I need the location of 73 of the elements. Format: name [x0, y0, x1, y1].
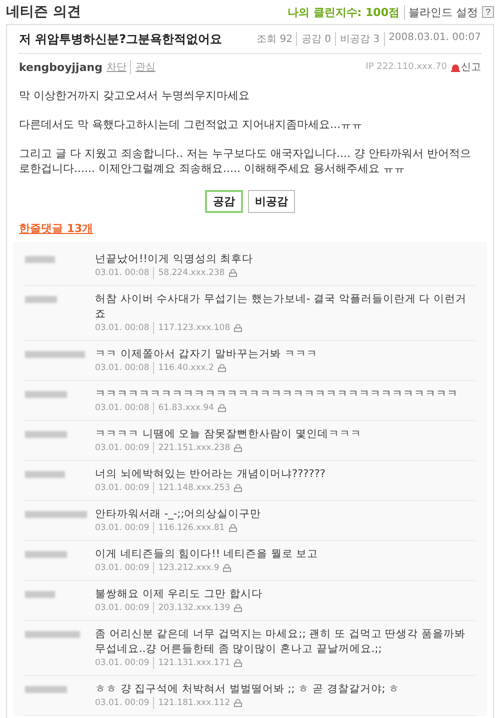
- comment-ip: 121.181.xxx.112: [153, 697, 230, 709]
- comment-text: ㅎㅎ 걍 집구석에 처박혀서 벌벌떨어봐 ;; ㅎ 곧 경찰갈거야; ㅎ: [95, 682, 401, 697]
- blurred-username: [25, 296, 57, 303]
- post-stat: 조회 92: [256, 33, 292, 46]
- blurred-username: [25, 551, 67, 558]
- report-link[interactable]: 신고: [451, 60, 481, 74]
- comment-time: 03.01. 00:08: [95, 402, 150, 414]
- lock-icon[interactable]: [218, 364, 226, 372]
- lock-icon[interactable]: [223, 564, 232, 572]
- lock-icon[interactable]: [228, 269, 237, 277]
- comment-text: 넌끝났어!!이게 익명성의 최후다: [95, 252, 254, 267]
- comment-text: ㅋㅋㅋㅋㅋㅋㅋㅋㅋㅋㅋㅋㅋㅋㅋㅋㅋㅋㅋㅋㅋㅋㅋㅋㅋㅋㅋㅋㅋㅋㅋㅋㅋ: [95, 387, 459, 402]
- comment-text: 이게 네티즌들의 힘이다!! 네티즌을 뭘로 보고: [95, 547, 320, 562]
- comment-text: 안타까워서래 -_-;;어의상실이구만: [95, 507, 262, 522]
- blurred-username: [25, 351, 85, 358]
- comment-ip: 117.123.xxx.108: [153, 322, 230, 334]
- lock-icon[interactable]: [234, 324, 242, 332]
- comment-time: 03.01. 00:09: [95, 442, 150, 454]
- lock-icon[interactable]: [234, 444, 242, 452]
- comment-time: 03.01. 00:08: [95, 267, 150, 279]
- blind-setting-link[interactable]: 블라인드 설정: [404, 4, 478, 20]
- post-paragraph: 다른데서도 막 욕했다고하시는데 그런적없고 지어내지좀마세요...ㅠㅠ: [19, 117, 364, 132]
- comment-text: 너의 뇌에박혀있는 반어라는 개념이머냐??????: [95, 467, 326, 482]
- blurred-username: [25, 391, 67, 398]
- blurred-username: [25, 431, 67, 438]
- blurred-username: [25, 686, 67, 693]
- comment-ip: 116.40.xxx.2: [153, 362, 214, 374]
- blurred-username: [25, 591, 55, 598]
- post-stat: 비공감 3: [335, 32, 380, 46]
- comment-ip: 203.132.xxx.139: [153, 602, 230, 614]
- blurred-username: [25, 256, 55, 263]
- clean-score: 나의 클린지수: 100점: [287, 4, 400, 20]
- vote-button[interactable]: 공감: [205, 190, 243, 213]
- author-name: kengboyjjang: [19, 60, 102, 74]
- post-stat: 2008.03.01. 00:07: [384, 32, 481, 46]
- post-title: 저 위암투병하신분?그분욕한적없어요: [19, 30, 222, 48]
- comment-ip: 121.148.xxx.253: [153, 482, 230, 494]
- comment-ip: 221.151.xxx.238: [153, 442, 230, 454]
- post-stat: 공감 0: [296, 32, 332, 46]
- comment-text: 허참 사이버 수사대가 무섭기는 했는가보네- 결국 악플러들이란게 다 이런거죠: [95, 292, 468, 322]
- comment-text: ㅋㅋㅋㅋ 니땜에 오늘 잠못잘뻔한사람이 몇인데ㅋㅋㅋ: [95, 427, 362, 442]
- comment-text: ㅋㅋ 이제쫄아서 갑자기 말바꾸는거봐 ㅋㅋㅋ: [95, 347, 318, 362]
- comment-text: 좀 어리신분 같은데 너무 겁먹지는 마세요;; 괜히 또 겁먹고 딴생각 품을까봐 무섭네요..걍 어른들한테 좀 많이많이 혼나고 끝날꺼에요.;;: [95, 627, 466, 657]
- comment-time: 03.01. 00:09: [95, 602, 150, 614]
- lock-icon[interactable]: [234, 699, 242, 707]
- lock-icon[interactable]: [234, 659, 242, 667]
- ip-address: IP 222.110.xxx.70: [366, 62, 447, 72]
- comment-time: 03.01. 00:09: [95, 697, 150, 709]
- blurred-username: [25, 511, 87, 518]
- comment-ip: 121.131.xxx.171: [153, 657, 230, 669]
- lock-icon[interactable]: [228, 524, 237, 532]
- siren-icon: [451, 62, 460, 72]
- lock-icon[interactable]: [218, 404, 226, 412]
- comment-text: 불쌍해요 이제 우리도 그만 합시다: [95, 587, 264, 602]
- post-paragraph: 그리고 글 다 지웠고 죄송합니다.. 저는 누구보다도 애국자입니다.... 걍 안타까워서 반어적으로한겁니다...... 이제안그럴꼐요 죄송해요..... 이해해주세요 용서해주세요 ㅠㅠ: [19, 146, 472, 176]
- comment-time: 03.01. 00:09: [95, 657, 150, 669]
- post-paragraph: 막 이상한거까지 갖고오셔서 누명씌우지마세요: [19, 88, 250, 103]
- comment-time: 03.01. 00:09: [95, 562, 150, 574]
- comment-time: 03.01. 00:08: [95, 322, 150, 334]
- page-title: 네티즌 의견: [6, 3, 81, 21]
- comment-time: 03.01. 00:09: [95, 522, 150, 534]
- comment-ip: 61.83.xxx.94: [153, 402, 214, 414]
- comment-ip: 123.212.xxx.9: [153, 562, 220, 574]
- comment-time: 03.01. 00:09: [95, 482, 150, 494]
- blurred-username: [25, 471, 65, 478]
- vote-button[interactable]: 비공감: [248, 190, 295, 213]
- help-button[interactable]: ?: [482, 6, 494, 18]
- comment-time: 03.01. 00:08: [95, 362, 150, 374]
- lock-icon[interactable]: [234, 484, 242, 492]
- lock-icon[interactable]: [234, 604, 242, 612]
- comment-ip: 116.126.xxx.81: [153, 522, 225, 534]
- blurred-username: [25, 631, 80, 638]
- comment-ip: 58.224.xxx.238: [153, 267, 225, 279]
